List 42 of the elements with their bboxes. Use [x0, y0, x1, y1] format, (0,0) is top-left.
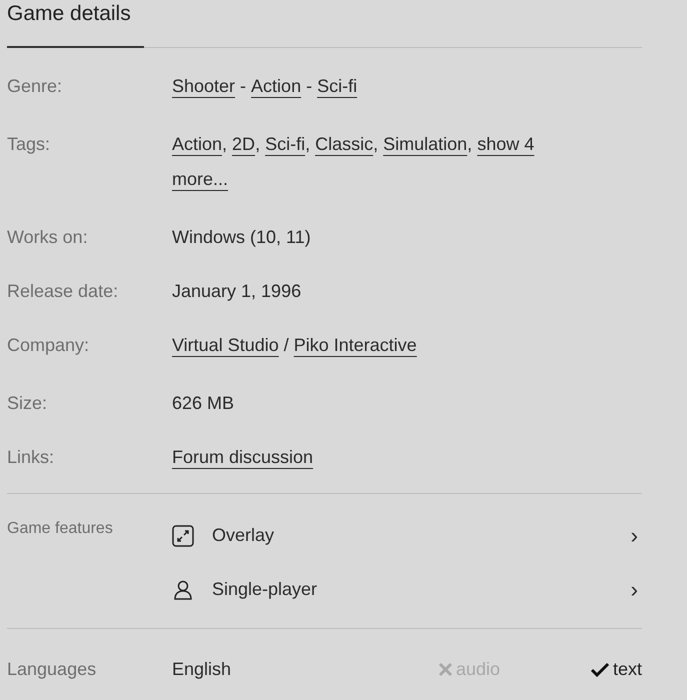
language-name: English — [172, 658, 232, 681]
detail-value: Windows (10, 11) — [172, 227, 311, 247]
detail-label: Release date: — [7, 280, 120, 303]
detail-value: , — [373, 134, 380, 154]
detail-value: 626 MB — [172, 393, 234, 413]
detail-link[interactable]: Piko Interactive — [294, 334, 417, 356]
support-label: text — [612, 658, 642, 681]
chevron-icon[interactable]: › — [630, 574, 638, 605]
detail-link[interactable]: Classic — [315, 133, 374, 155]
section-title: Game details — [7, 1, 131, 26]
person-icon — [172, 578, 194, 600]
detail-link[interactable]: Action — [172, 133, 222, 155]
detail-link[interactable]: 2D — [232, 133, 256, 155]
detail-value: , — [222, 134, 228, 154]
languages-label: Languages — [7, 658, 98, 681]
detail-link[interactable]: Shooter — [172, 75, 236, 97]
detail-link[interactable]: Forum discussion — [172, 446, 314, 468]
detail-link[interactable]: Sci-fi — [317, 75, 358, 97]
detail-link[interactable]: Sci-fi — [265, 133, 306, 155]
features-label: Game features — [7, 520, 114, 539]
detail-value: / — [282, 335, 290, 355]
chevron-icon[interactable]: › — [630, 520, 638, 551]
detail-label: Tags: — [7, 133, 52, 156]
detail-value: - — [239, 76, 248, 96]
detail-link[interactable]: Action — [251, 75, 302, 97]
detail-link[interactable]: show 4 — [477, 133, 534, 155]
detail-link[interactable]: Simulation — [383, 133, 468, 155]
detail-value: - — [305, 76, 314, 96]
expand-icon — [172, 524, 194, 546]
detail-value: January 1, 1996 — [172, 281, 302, 301]
detail-link[interactable]: Virtual Studio — [172, 334, 279, 356]
detail-label: Links: — [7, 446, 56, 469]
detail-link[interactable]: more... — [172, 168, 228, 190]
detail-label: Genre: — [7, 75, 64, 98]
detail-label: Size: — [7, 392, 48, 415]
feature-link[interactable]: Overlay — [212, 520, 631, 551]
detail-value: , — [467, 134, 474, 154]
detail-value: , — [305, 134, 312, 154]
detail-label: Works on: — [7, 226, 89, 249]
detail-value: , — [255, 134, 262, 154]
feature-link[interactable]: Single-player — [212, 574, 631, 605]
detail-label: Company: — [7, 334, 90, 357]
